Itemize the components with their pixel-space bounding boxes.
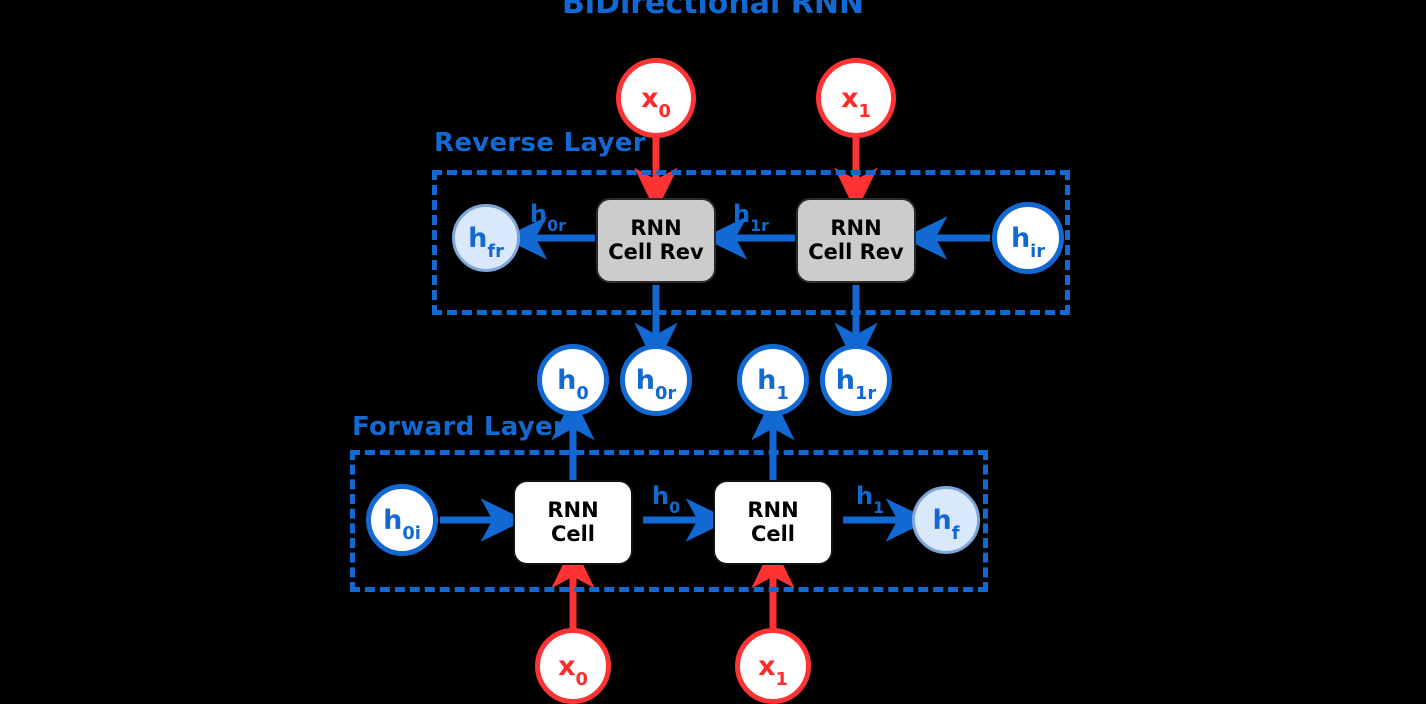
forward-layer-box — [350, 450, 988, 592]
input-circle-x0-bottom: x0 — [535, 628, 611, 704]
forward-rnn-cell-1: RNN Cell — [713, 480, 833, 565]
forward-edge-label-h0: h0 — [652, 482, 681, 518]
output-label-h1: h1 — [757, 364, 789, 404]
reverse-layer-box — [432, 170, 1070, 315]
reverse-rnn-cell-0-text: RNN Cell Rev — [608, 215, 704, 264]
input-label-x1-top: x1 — [841, 82, 871, 122]
forward-final-state-hf: hf — [912, 486, 980, 554]
input-circle-x1-top: x1 — [816, 58, 896, 138]
output-circle-h1r: h1r — [820, 344, 892, 416]
output-label-h0: h0 — [557, 364, 589, 404]
reverse-edge-label-h0r: h0r — [530, 200, 566, 236]
reverse-final-state-hfr: hfr — [452, 204, 520, 272]
reverse-init-state-label: hir — [1010, 222, 1046, 262]
forward-layer-title: Forward Layer — [352, 412, 567, 442]
reverse-init-state-hir: hir — [992, 202, 1064, 274]
input-label-x0-bottom: x0 — [558, 650, 588, 690]
input-circle-x1-bottom: x1 — [735, 628, 811, 704]
output-label-h0r: h0r — [635, 364, 677, 404]
forward-rnn-cell-0-text: RNN Cell — [547, 497, 599, 546]
output-circle-h0r: h0r — [620, 344, 692, 416]
forward-rnn-cell-1-text: RNN Cell — [747, 497, 799, 546]
forward-init-state-label: h0i — [383, 504, 421, 544]
forward-edge-label-h1: h1 — [856, 482, 885, 518]
connector-arrows — [440, 128, 990, 630]
reverse-rnn-cell-1-text: RNN Cell Rev — [808, 215, 904, 264]
output-label-h1r: h1r — [835, 364, 877, 404]
forward-rnn-cell-0: RNN Cell — [513, 480, 633, 565]
input-label-x0-top: x0 — [641, 82, 671, 122]
diagram-canvas: BiDirectional RNN x0 x1 Reverse Layer hf… — [0, 0, 1426, 704]
forward-init-state-h0i: h0i — [366, 484, 438, 556]
output-circle-h0: h0 — [537, 344, 609, 416]
reverse-final-state-label: hfr — [468, 222, 504, 262]
reverse-rnn-cell-1: RNN Cell Rev — [796, 198, 916, 283]
forward-final-state-label: hf — [932, 504, 960, 544]
reverse-layer-title: Reverse Layer — [434, 128, 646, 158]
input-circle-x0-top: x0 — [616, 58, 696, 138]
output-circle-h1: h1 — [737, 344, 809, 416]
reverse-rnn-cell-0: RNN Cell Rev — [596, 198, 716, 283]
input-label-x1-bottom: x1 — [758, 650, 788, 690]
reverse-edge-label-h1r: h1r — [733, 200, 769, 236]
